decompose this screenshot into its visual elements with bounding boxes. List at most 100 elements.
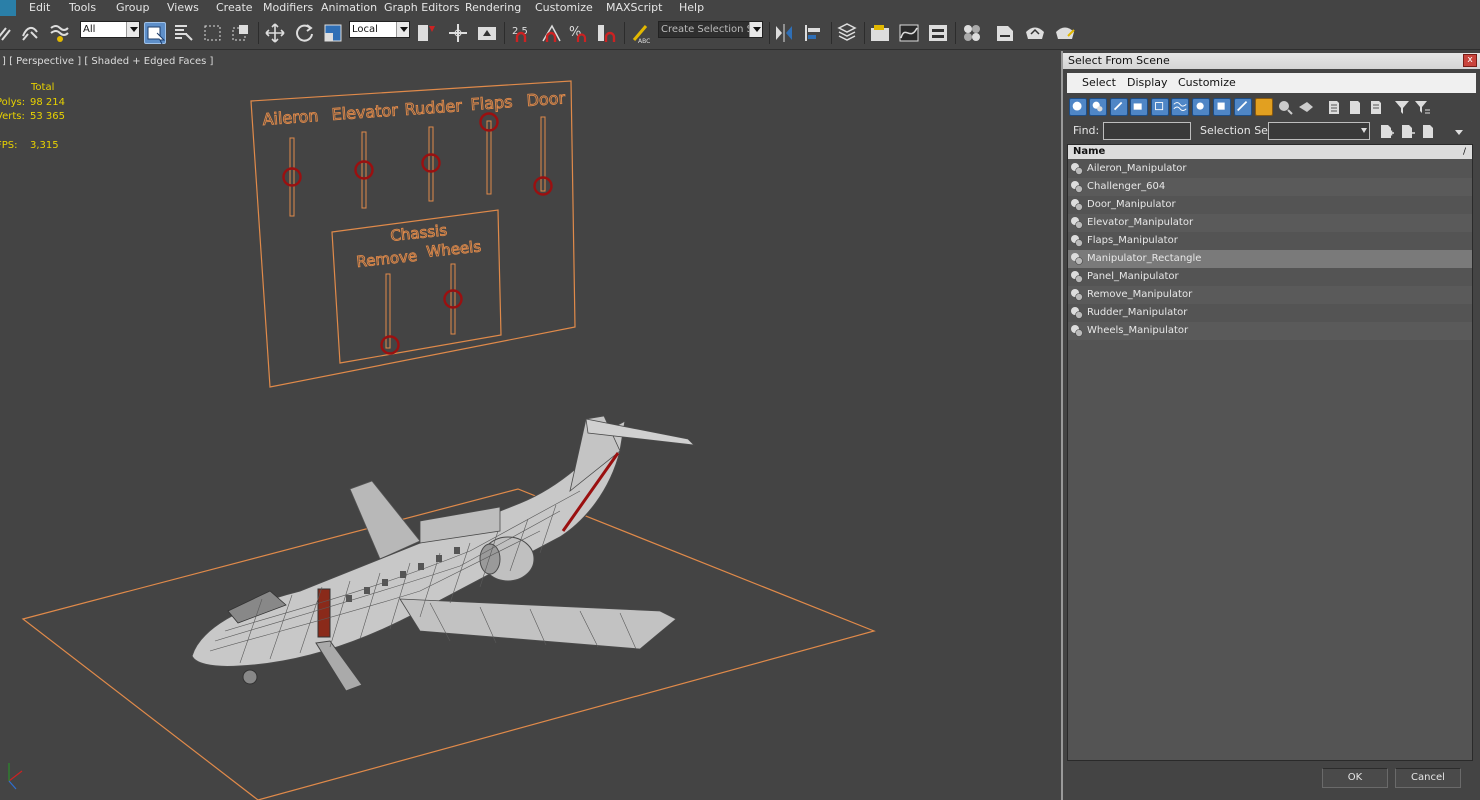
menu-views[interactable]: Views: [167, 0, 199, 16]
rectangular-selection-icon[interactable]: [202, 22, 224, 44]
schematic-view-icon[interactable]: [927, 22, 949, 44]
list-item[interactable]: Rudder_Manipulator: [1068, 304, 1472, 322]
select-invert-icon[interactable]: [1367, 98, 1385, 116]
dialog-menu-customize[interactable]: Customize: [1178, 76, 1236, 89]
display-geometry-icon[interactable]: [1069, 98, 1087, 116]
list-item[interactable]: Aileron_Manipulator: [1068, 160, 1472, 178]
edit-named-selection-icon[interactable]: ABC: [630, 22, 652, 45]
align-icon[interactable]: [802, 22, 824, 44]
rendered-frame-window-icon[interactable]: [1024, 22, 1046, 44]
select-object-icon[interactable]: [144, 22, 166, 45]
list-item[interactable]: Flaps_Manipulator: [1068, 232, 1472, 250]
select-all-icon[interactable]: [1325, 98, 1343, 116]
link-icon[interactable]: [0, 22, 16, 44]
filter-advanced-icon[interactable]: [1413, 98, 1431, 116]
spinner-snap-icon[interactable]: [596, 22, 618, 44]
select-manipulate-icon[interactable]: [447, 22, 469, 44]
menu-group[interactable]: Group: [116, 0, 150, 16]
ok-button[interactable]: OK: [1322, 768, 1388, 788]
menu-edit[interactable]: Edit: [29, 0, 50, 16]
display-bones-icon[interactable]: [1234, 98, 1252, 116]
chevron-down-icon: [749, 22, 762, 37]
pivot-center-icon[interactable]: [415, 22, 437, 44]
display-cameras-icon[interactable]: [1130, 98, 1148, 116]
menu-modifiers[interactable]: Modifiers: [263, 0, 313, 16]
material-editor-icon[interactable]: [961, 22, 983, 44]
bind-space-warp-icon[interactable]: [48, 22, 70, 44]
named-selection-dropdown[interactable]: Create Selection Se: [658, 21, 763, 38]
dialog-menu-display[interactable]: Display: [1127, 76, 1168, 89]
door-label: Door: [526, 88, 566, 110]
chevron-down-icon: [396, 22, 409, 37]
snaps-toggle-icon[interactable]: 2.5: [511, 22, 533, 44]
display-helpers-icon[interactable]: [1151, 98, 1169, 116]
remove-selection-set-icon[interactable]: [1398, 122, 1416, 140]
app-logo-icon[interactable]: [0, 0, 16, 16]
move-icon[interactable]: [264, 22, 286, 44]
display-frozen-icon[interactable]: [1276, 98, 1294, 116]
dialog-filter-toolbar: [1067, 96, 1476, 118]
render-setup-icon[interactable]: [994, 22, 1016, 44]
column-header-name[interactable]: Name /: [1068, 145, 1472, 159]
display-hidden-icon[interactable]: [1297, 98, 1315, 116]
close-icon[interactable]: x: [1463, 54, 1477, 67]
keyboard-shortcut-override-icon[interactable]: [476, 22, 498, 44]
edit-selection-set-icon[interactable]: [1419, 122, 1437, 140]
find-label: Find:: [1073, 124, 1100, 137]
reference-coordinate-value: Local: [352, 24, 378, 35]
menu-maxscript[interactable]: MAXScript: [606, 0, 662, 16]
dialog-title-bar[interactable]: Select From Scene x: [1063, 53, 1480, 69]
display-shapes-icon[interactable]: [1089, 98, 1107, 116]
menu-customize[interactable]: Customize: [535, 0, 593, 16]
curve-editor-icon[interactable]: [898, 22, 920, 44]
aileron-label: Aileron: [262, 106, 319, 129]
create-selection-set-icon[interactable]: [1377, 122, 1395, 140]
render-production-icon[interactable]: [1054, 22, 1076, 44]
wheels-handle: [443, 289, 463, 309]
cancel-button[interactable]: Cancel: [1395, 768, 1461, 788]
select-none-icon[interactable]: [1346, 98, 1364, 116]
find-input[interactable]: [1103, 122, 1191, 140]
scale-icon[interactable]: [322, 22, 344, 44]
select-by-name-icon[interactable]: [172, 22, 194, 44]
menu-animation[interactable]: Animation: [321, 0, 377, 16]
menu-graph-editors[interactable]: Graph Editors: [384, 0, 460, 16]
list-item[interactable]: Challenger_604: [1068, 178, 1472, 196]
display-space-warps-icon[interactable]: [1171, 98, 1189, 116]
list-item[interactable]: Remove_Manipulator: [1068, 286, 1472, 304]
menu-tools[interactable]: Tools: [69, 0, 96, 16]
selection-filter-dropdown[interactable]: All: [80, 21, 140, 38]
filter-icon[interactable]: [1393, 98, 1411, 116]
percent-snap-icon[interactable]: %: [568, 22, 590, 44]
list-item[interactable]: Door_Manipulator: [1068, 196, 1472, 214]
aircraft-model[interactable]: [191, 415, 696, 692]
toolbar-options-icon[interactable]: [1455, 130, 1463, 135]
rotate-icon[interactable]: [293, 22, 315, 44]
selection-set-dropdown[interactable]: [1268, 122, 1370, 140]
angle-snap-icon[interactable]: [540, 22, 562, 44]
perspective-viewport[interactable]: ] [ Perspective ] [ Shaded + Edged Faces…: [0, 51, 1059, 800]
menu-create[interactable]: Create: [216, 0, 253, 16]
display-xrefs-icon[interactable]: [1213, 98, 1231, 116]
display-groups-icon[interactable]: [1192, 98, 1210, 116]
toolbar-separator: [864, 22, 865, 44]
dialog-menu-select[interactable]: Select: [1082, 76, 1116, 89]
manipulator-panel[interactable]: Aileron Elevator Rudder Flaps Door Chass…: [250, 80, 576, 388]
list-item-selected[interactable]: Manipulator_Rectangle: [1068, 250, 1472, 268]
mirror-icon[interactable]: [773, 22, 795, 44]
scene-object-list[interactable]: Name / Aileron_Manipulator Challenger_60…: [1067, 144, 1473, 761]
menu-rendering[interactable]: Rendering: [465, 0, 521, 16]
menu-help[interactable]: Help: [679, 0, 704, 16]
list-item[interactable]: Wheels_Manipulator: [1068, 322, 1472, 340]
display-lights-icon[interactable]: [1110, 98, 1128, 116]
display-containers-icon[interactable]: [1255, 98, 1273, 116]
toggle-ribbon-icon[interactable]: [869, 22, 891, 44]
layer-manager-icon[interactable]: [836, 22, 858, 44]
find-row: Find: Selection Set:: [1067, 120, 1476, 142]
reference-coordinate-dropdown[interactable]: Local: [349, 21, 410, 38]
toolbar-separator: [831, 22, 832, 44]
list-item[interactable]: Elevator_Manipulator: [1068, 214, 1472, 232]
unlink-icon[interactable]: [19, 22, 41, 44]
window-crossing-icon[interactable]: [230, 22, 252, 44]
list-item[interactable]: Panel_Manipulator: [1068, 268, 1472, 286]
